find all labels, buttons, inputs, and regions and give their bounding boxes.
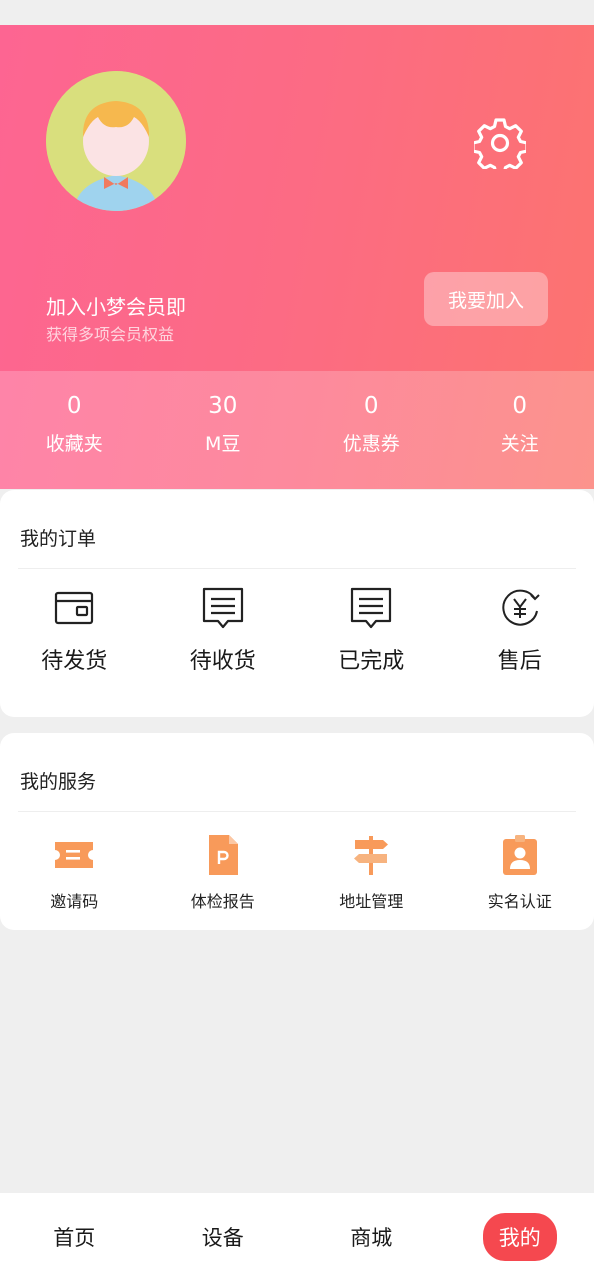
ticket-icon (53, 834, 95, 876)
tab-label: 我的 (482, 1212, 557, 1261)
membership-title: 加入小梦会员即 (46, 295, 186, 319)
stat-favorites[interactable]: 0 收藏夹 (0, 371, 149, 489)
stat-value: 0 (363, 393, 379, 419)
message-list-icon (348, 585, 394, 631)
stat-label: 关注 (500, 433, 539, 455)
pdf-document-icon (202, 834, 244, 876)
order-pending-receipt[interactable]: 待收货 (149, 569, 298, 675)
order-completed[interactable]: 已完成 (297, 569, 446, 675)
order-after-sales[interactable]: 售后 (446, 569, 594, 675)
stat-label: 优惠券 (342, 433, 400, 455)
wallet-icon (51, 585, 97, 631)
service-health-report[interactable]: 体检报告 (149, 812, 298, 912)
stat-value: 30 (208, 393, 238, 419)
tab-mine[interactable]: 我的 (446, 1193, 594, 1280)
service-label: 地址管理 (339, 892, 404, 911)
service-real-name-verification[interactable]: 实名认证 (446, 812, 594, 912)
service-address-management[interactable]: 地址管理 (297, 812, 446, 912)
tab-mall[interactable]: 商城 (297, 1193, 446, 1280)
profile-header: 加入小梦会员即 获得多项会员权益 我要加入 (0, 25, 594, 371)
message-list-icon (200, 585, 246, 631)
service-label: 体检报告 (190, 892, 255, 911)
order-label: 待收货 (189, 649, 256, 674)
membership-subtitle: 获得多项会员权益 (46, 325, 175, 344)
order-label: 售后 (497, 649, 542, 674)
order-label: 待发货 (41, 649, 108, 674)
service-invite-code[interactable]: 邀请码 (0, 812, 149, 912)
stat-value: 0 (66, 393, 82, 419)
stat-following[interactable]: 0 关注 (446, 371, 594, 489)
stat-coupons[interactable]: 0 优惠券 (297, 371, 446, 489)
service-label: 邀请码 (50, 892, 99, 911)
stats-bar: 0 收藏夹 30 M豆 0 优惠券 0 关注 (0, 371, 594, 489)
tab-label: 商城 (350, 1225, 393, 1250)
gear-icon (474, 118, 526, 169)
service-label: 实名认证 (487, 892, 552, 911)
stat-label: M豆 (205, 433, 241, 455)
orders-grid: 待发货 待收货 已完成 售后 (0, 569, 594, 675)
yen-refund-icon (497, 585, 543, 631)
orders-title: 我的订单 (20, 528, 97, 550)
services-grid: 邀请码 体检报告 地址管理 实名认证 (0, 812, 594, 912)
bottom-tab-bar: 首页 设备 商城 我的 (0, 1193, 594, 1280)
join-membership-button[interactable]: 我要加入 (424, 272, 548, 326)
services-card: 我的服务 邀请码 体检报告 地址管理 实名认证 (0, 733, 594, 930)
order-label: 已完成 (338, 649, 405, 674)
tab-devices[interactable]: 设备 (149, 1193, 298, 1280)
tab-home[interactable]: 首页 (0, 1193, 149, 1280)
stat-m-beans[interactable]: 30 M豆 (149, 371, 298, 489)
services-title: 我的服务 (20, 771, 97, 793)
cartoon-boy-avatar-icon (46, 71, 186, 211)
tab-label: 设备 (201, 1225, 244, 1250)
orders-card: 我的订单 待发货 待收货 已完成 售后 (0, 490, 594, 717)
stat-label: 收藏夹 (45, 433, 103, 455)
order-pending-shipment[interactable]: 待发货 (0, 569, 149, 675)
id-badge-icon (499, 834, 541, 876)
avatar[interactable] (46, 71, 186, 211)
status-bar-area (0, 0, 594, 25)
settings-button[interactable] (474, 117, 526, 169)
stat-value: 0 (512, 393, 528, 419)
signpost-icon (350, 834, 392, 876)
tab-label: 首页 (53, 1225, 96, 1250)
